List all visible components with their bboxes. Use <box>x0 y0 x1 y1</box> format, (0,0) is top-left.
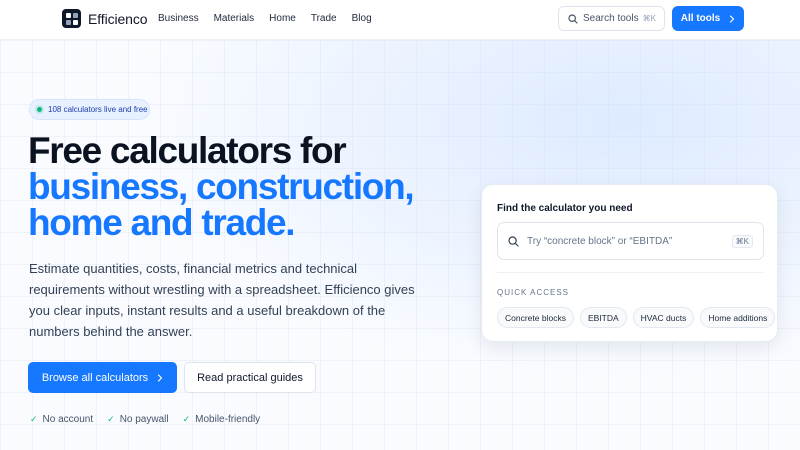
live-status-badge: 108 calculators live and free <box>29 99 150 120</box>
brand-logo[interactable]: Efficienco <box>62 9 148 28</box>
all-tools-label: All tools <box>680 13 721 24</box>
calculator-finder-card: Find the calculator you need Try “concre… <box>481 184 778 342</box>
logo-grid-icon <box>62 9 81 28</box>
check-item: ✓ No account <box>30 414 93 425</box>
browse-calculators-label: Browse all calculators <box>41 371 149 384</box>
divider <box>497 272 764 273</box>
nav-link-home[interactable]: Home <box>269 13 296 24</box>
brand-name: Efficienco <box>88 10 148 27</box>
hero-heading-line-1: Free calculators for <box>28 130 347 171</box>
search-icon <box>508 235 519 247</box>
chip-hvac-ducts[interactable]: HVAC ducts <box>632 307 695 328</box>
read-guides-label: Read practical guides <box>197 371 303 384</box>
checkmark-icon: ✓ <box>107 414 115 424</box>
finder-title: Find the calculator you need <box>497 203 633 214</box>
browse-calculators-button[interactable]: Browse all calculators <box>28 362 177 393</box>
live-status-text: 108 calculators live and free <box>48 105 148 114</box>
nav-link-blog[interactable]: Blog <box>352 13 372 24</box>
nav-link-materials[interactable]: Materials <box>214 13 255 24</box>
checkmark-icon: ✓ <box>182 414 191 424</box>
quick-access-chips: Concrete blocks EBITDA HVAC ducts Home a… <box>497 307 776 328</box>
check-label: Mobile-friendly <box>195 414 261 425</box>
main-nav: Business Materials Home Trade Blog <box>158 13 372 24</box>
chip-concrete-blocks[interactable]: Concrete blocks <box>497 307 574 328</box>
checkmark-icon: ✓ <box>30 414 38 424</box>
search-icon <box>568 13 578 24</box>
hero-heading-line-3: home and trade. <box>28 202 296 243</box>
check-label: No account <box>42 414 94 425</box>
nav-link-business[interactable]: Business <box>158 13 199 24</box>
read-guides-button[interactable]: Read practical guides <box>184 362 316 393</box>
live-dot-icon <box>37 107 42 112</box>
quick-access-label: QUICK ACCESS <box>497 288 570 297</box>
check-item: ✓ Mobile-friendly <box>183 414 261 425</box>
chip-home-additions[interactable]: Home additions <box>700 307 776 328</box>
hero-description: Estimate quantities, costs, financial me… <box>29 261 415 339</box>
chip-ebitda[interactable]: EBITDA <box>579 307 627 328</box>
nav-link-trade[interactable]: Trade <box>311 13 337 24</box>
search-shortcut-hint: ⌘K <box>731 234 753 248</box>
chevron-right-icon <box>158 373 163 382</box>
all-tools-button[interactable]: All tools <box>672 6 744 31</box>
search-placeholder: Try “concrete block” or “EBITDA” <box>527 235 673 247</box>
chevron-right-icon <box>730 14 735 23</box>
top-navbar: Efficienco Business Materials Home Trade… <box>0 0 800 40</box>
calculator-search-input[interactable]: Try “concrete block” or “EBITDA” ⌘K <box>497 222 764 260</box>
hero-heading: Free calculators for business, construct… <box>28 130 488 243</box>
check-label: No paywall <box>119 414 169 425</box>
search-tools-label: Search tools <box>583 13 639 24</box>
check-item: ✓ No paywall <box>107 414 168 425</box>
feature-checks: ✓ No account ✓ No paywall ✓ Mobile-frien… <box>30 414 260 425</box>
search-tools-button[interactable]: Search tools ⌘K <box>558 6 665 31</box>
search-shortcut-hint: ⌘K <box>642 14 656 23</box>
hero-heading-line-2: business, construction, <box>28 166 415 207</box>
